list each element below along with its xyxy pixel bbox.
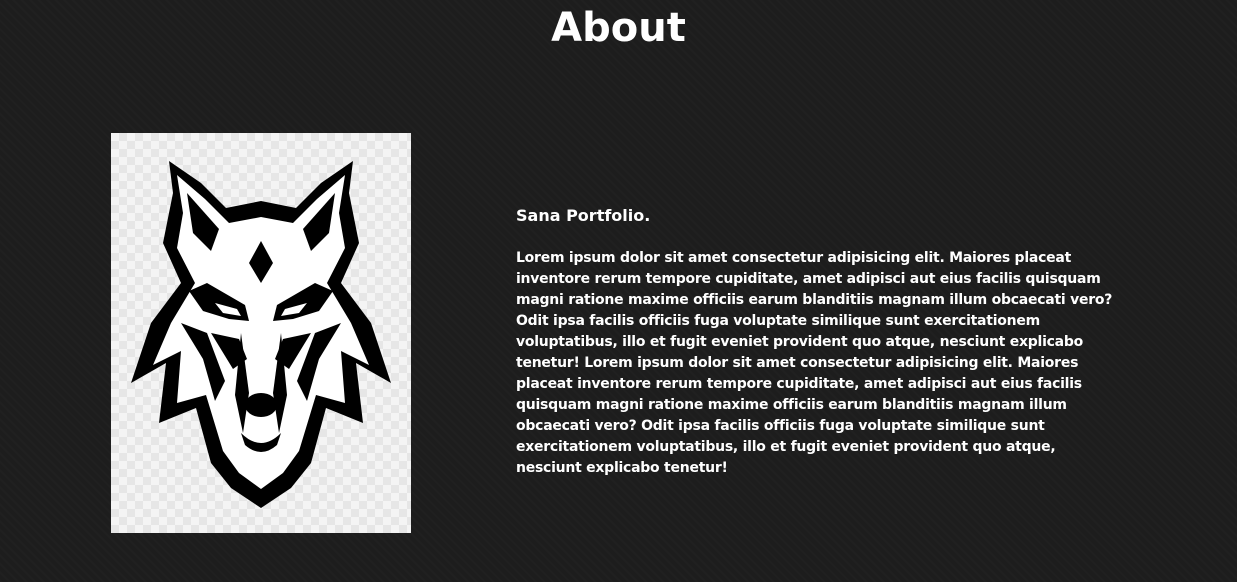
profile-image: [111, 133, 411, 533]
about-text: Sana Portfolio. Lorem ipsum dolor sit am…: [516, 204, 1136, 479]
about-paragraph: Lorem ipsum dolor sit amet consectetur a…: [516, 250, 1113, 476]
wolf-head-icon: [131, 161, 391, 508]
about-page: About Sana Portfolio. Lorem ipsum dolor …: [0, 0, 1237, 582]
page-title: About: [551, 5, 686, 51]
portfolio-name: Sana Portfolio.: [516, 206, 651, 225]
